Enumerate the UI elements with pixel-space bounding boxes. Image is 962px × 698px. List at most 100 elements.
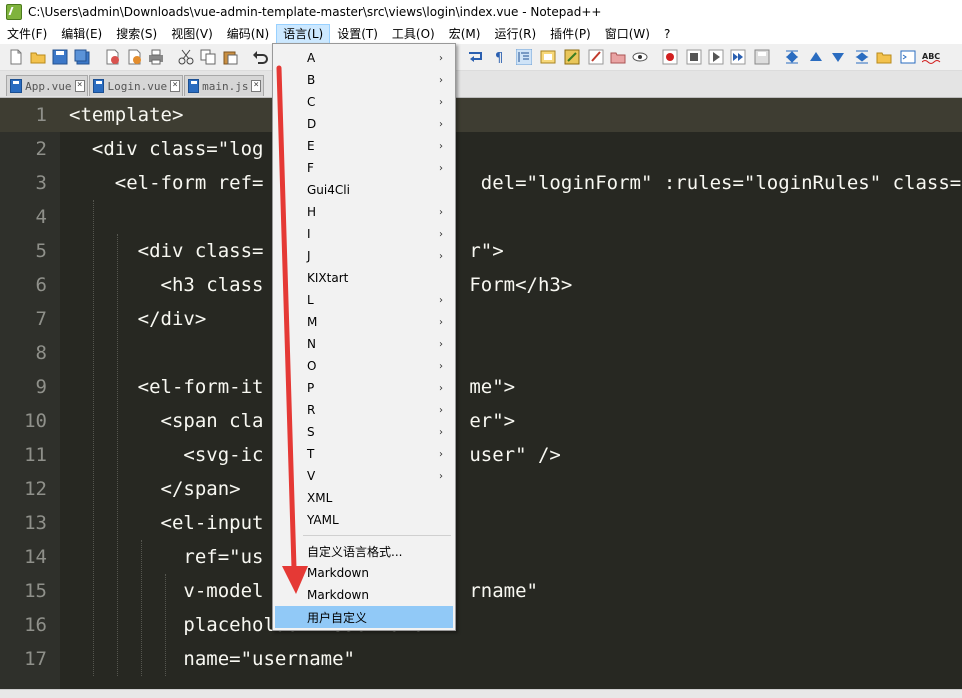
doc-map-icon[interactable] xyxy=(540,49,556,65)
function-list-icon[interactable] xyxy=(564,49,580,65)
language-menu-item[interactable]: Markdown xyxy=(275,562,453,584)
print-icon[interactable] xyxy=(148,49,164,65)
close-file-icon[interactable] xyxy=(104,49,120,65)
spellcheck-icon[interactable]: ABC xyxy=(922,49,942,65)
tab-main-js[interactable]: main.js × xyxy=(184,75,264,96)
code-line[interactable]: 15 v-model rname" xyxy=(0,574,962,608)
language-menu-item[interactable]: Gui4Cli xyxy=(275,179,453,201)
language-menu-item[interactable]: Markdown xyxy=(275,584,453,606)
indent-guide-icon[interactable] xyxy=(516,49,532,65)
new-file-icon[interactable] xyxy=(8,49,24,65)
close-icon[interactable]: × xyxy=(251,80,261,92)
code-line[interactable]: 14 ref="us xyxy=(0,540,962,574)
language-menu-item[interactable]: 用户自定义 xyxy=(275,606,453,628)
play-macro-icon[interactable] xyxy=(708,49,724,65)
sync-horizontal-icon[interactable] xyxy=(854,49,870,65)
language-menu-item[interactable]: 自定义语言格式... xyxy=(275,540,453,562)
language-menu-item[interactable]: V › xyxy=(275,465,453,487)
close-all-icon[interactable] xyxy=(126,49,142,65)
menu-item[interactable]: 搜索(S) xyxy=(109,24,164,44)
language-menu-item[interactable]: S › xyxy=(275,421,453,443)
record-macro-icon[interactable] xyxy=(662,49,678,65)
menu-item[interactable]: 设置(T) xyxy=(330,24,385,44)
save-icon[interactable] xyxy=(52,49,68,65)
language-menu-item[interactable]: YAML xyxy=(275,509,453,531)
language-menu-item[interactable]: F › xyxy=(275,157,453,179)
language-menu-item[interactable]: R › xyxy=(275,399,453,421)
code-line[interactable]: 6 <h3 class Form</h3> xyxy=(0,268,962,302)
language-menu-item[interactable]: L › xyxy=(275,289,453,311)
menu-item[interactable]: 运行(R) xyxy=(487,24,543,44)
menu-item[interactable]: ? xyxy=(657,24,677,44)
undo-icon[interactable] xyxy=(252,49,268,65)
menu-item[interactable]: 插件(P) xyxy=(543,24,598,44)
line-number: 2 xyxy=(35,138,47,160)
language-menu-item[interactable]: XML xyxy=(275,487,453,509)
code-line[interactable]: 10 <span cla er"> xyxy=(0,404,962,438)
code-line[interactable]: 2 <div class="log xyxy=(0,132,962,166)
show-all-chars-icon[interactable]: ¶ xyxy=(492,49,508,65)
menu-item[interactable]: 文件(F) xyxy=(0,24,54,44)
code-line[interactable]: 13 <el-input xyxy=(0,506,962,540)
language-menu-item[interactable]: I › xyxy=(275,223,453,245)
code-line[interactable]: 8 xyxy=(0,336,962,370)
run-macro-multiple-icon[interactable] xyxy=(730,49,746,65)
code-line[interactable]: 12 </span> xyxy=(0,472,962,506)
close-icon[interactable]: × xyxy=(74,80,85,92)
menu-item[interactable]: 工具(O) xyxy=(385,24,442,44)
monitor-eye-icon[interactable] xyxy=(632,49,648,65)
menu-item[interactable]: 语言(L) xyxy=(276,24,331,44)
code-line[interactable]: 7 </div> xyxy=(0,302,962,336)
language-menu-item[interactable]: A › xyxy=(275,47,453,69)
chevron-right-icon: › xyxy=(439,250,443,262)
save-all-icon[interactable] xyxy=(74,49,90,65)
folder-icon[interactable] xyxy=(610,49,626,65)
save-macro-icon[interactable] xyxy=(754,49,770,65)
code-line[interactable]: 1 <template> xyxy=(0,98,962,132)
language-menu-item-label: J xyxy=(307,249,311,263)
language-menu-item[interactable]: KIXtart xyxy=(275,267,453,289)
open-file-icon[interactable] xyxy=(30,49,46,65)
copy-icon[interactable] xyxy=(200,49,216,65)
console-icon[interactable] xyxy=(900,49,916,65)
menu-item[interactable]: 编辑(E) xyxy=(54,24,109,44)
code-line[interactable]: 17 name="username" xyxy=(0,642,962,676)
menu-separator xyxy=(303,535,451,536)
code-line[interactable]: 5 <div class= r"> xyxy=(0,234,962,268)
code-line[interactable]: 9 <el-form-it me"> xyxy=(0,370,962,404)
arrow-down-icon[interactable] xyxy=(830,49,846,65)
menu-item[interactable]: 窗口(W) xyxy=(598,24,657,44)
folder-open-icon[interactable] xyxy=(876,49,892,65)
code-line[interactable]: 11 <svg-ic user" /> xyxy=(0,438,962,472)
language-menu-item[interactable]: D › xyxy=(275,113,453,135)
language-menu-item[interactable]: B › xyxy=(275,69,453,91)
language-menu-item[interactable]: N › xyxy=(275,333,453,355)
tab-app-vue[interactable]: App.vue × xyxy=(6,75,88,96)
language-menu-item[interactable]: O › xyxy=(275,355,453,377)
wrap-icon[interactable] xyxy=(468,49,484,65)
menu-item[interactable]: 编码(N) xyxy=(220,24,276,44)
folder-as-workspace-icon[interactable] xyxy=(588,49,604,65)
indent-guide xyxy=(165,574,166,676)
language-menu-item[interactable]: P › xyxy=(275,377,453,399)
code-line[interactable]: 4 xyxy=(0,200,962,234)
close-icon[interactable]: × xyxy=(170,80,180,92)
language-menu-item[interactable]: E › xyxy=(275,135,453,157)
menu-item[interactable]: 视图(V) xyxy=(164,24,220,44)
language-menu-item[interactable]: T › xyxy=(275,443,453,465)
cut-icon[interactable] xyxy=(178,49,194,65)
chevron-right-icon: › xyxy=(439,338,443,350)
paste-icon[interactable] xyxy=(222,49,238,65)
language-menu-item[interactable]: H › xyxy=(275,201,453,223)
code-line[interactable]: 16 placeholder="Username" xyxy=(0,608,962,642)
menu-item[interactable]: 宏(M) xyxy=(442,24,488,44)
language-menu-item[interactable]: J › xyxy=(275,245,453,267)
sync-vertical-icon[interactable] xyxy=(784,49,800,65)
code-line[interactable]: 3 <el-form ref= del="loginForm" :rules="… xyxy=(0,166,962,200)
tab-login-vue[interactable]: Login.vue × xyxy=(89,75,183,96)
arrow-up-icon[interactable] xyxy=(808,49,824,65)
stop-macro-icon[interactable] xyxy=(686,49,702,65)
language-menu-item[interactable]: C › xyxy=(275,91,453,113)
code-editor[interactable]: 1 <template> 2 <div class="log 3 <el-form r… xyxy=(0,98,962,690)
language-menu-item[interactable]: M › xyxy=(275,311,453,333)
